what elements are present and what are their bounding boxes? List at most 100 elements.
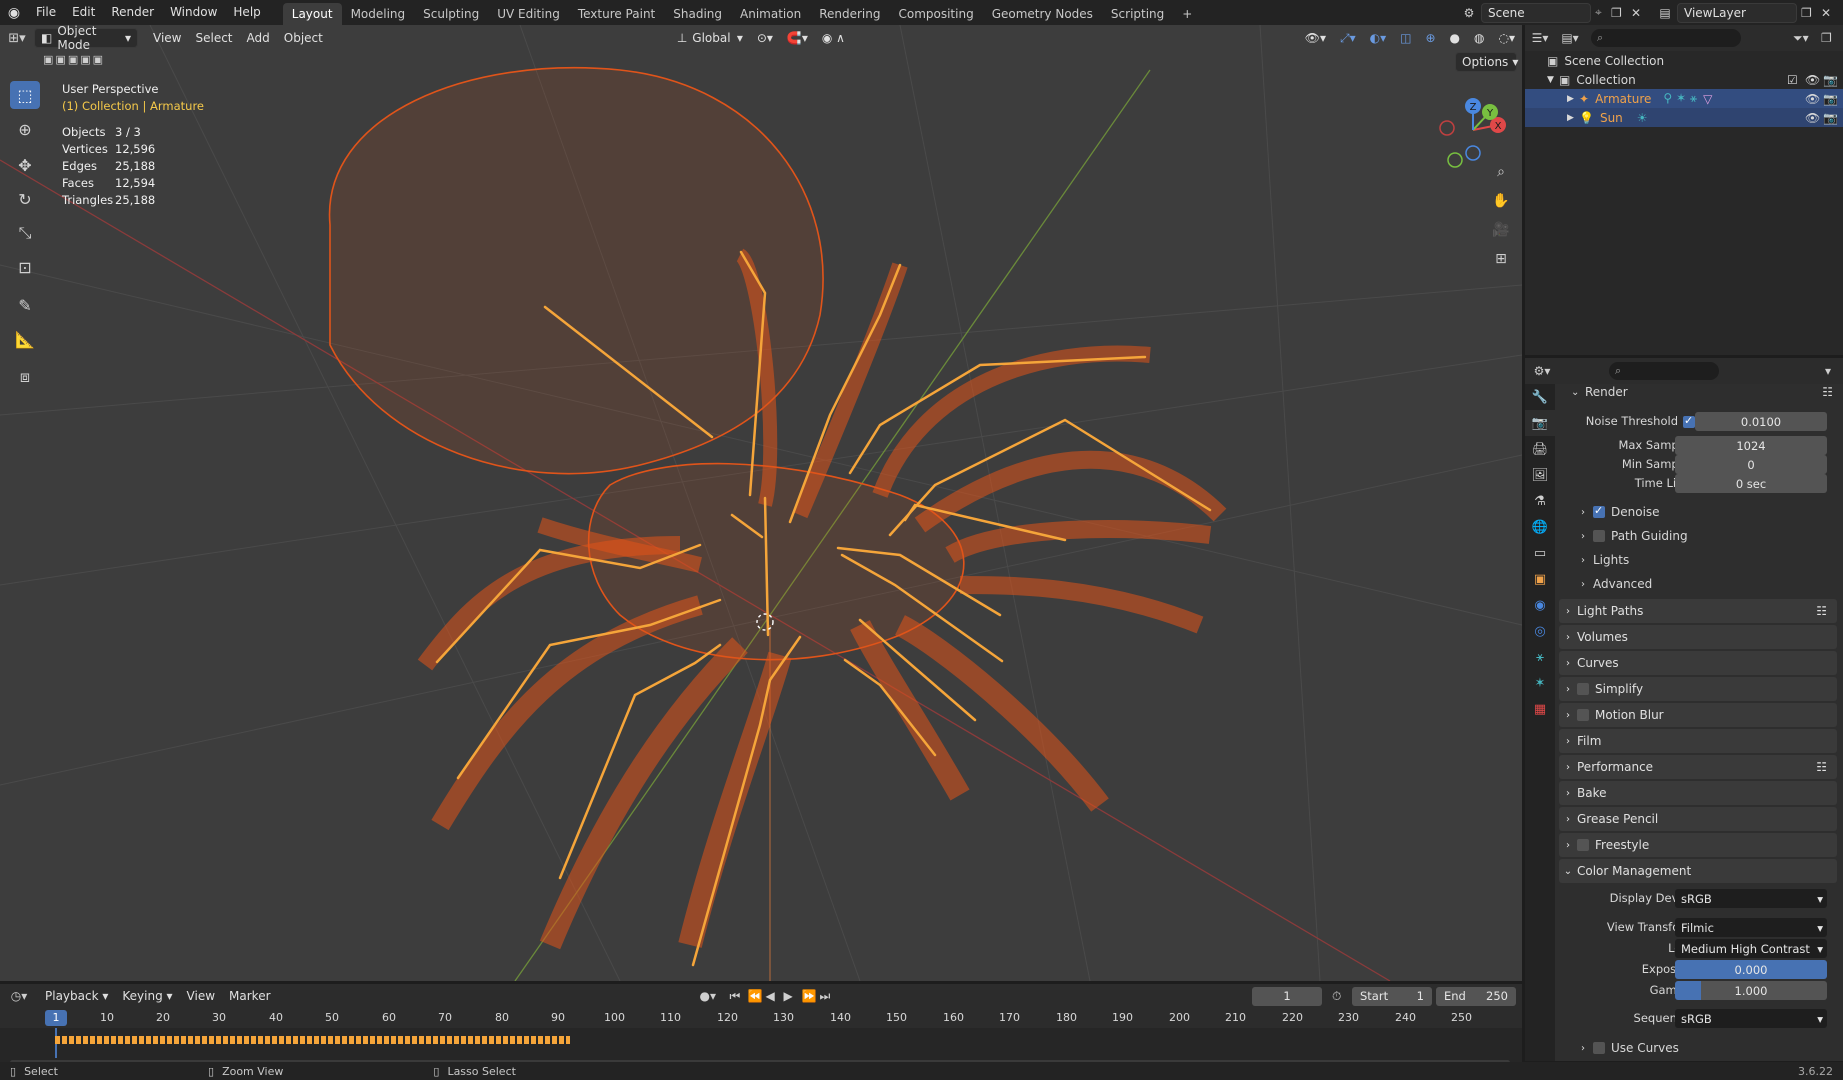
list-icon[interactable]: ☷ xyxy=(1822,385,1833,399)
select-subtract-icon[interactable]: ▣ xyxy=(68,53,78,66)
list-icon[interactable]: ☷ xyxy=(1816,760,1827,774)
tab-animation[interactable]: Animation xyxy=(731,3,810,25)
current-frame-field[interactable]: 1 xyxy=(1252,986,1322,1006)
scene-tab-icon[interactable]: ⚗ xyxy=(1525,488,1555,514)
denoise-subpanel[interactable]: › Denoise xyxy=(1561,502,1843,522)
simplify-checkbox[interactable] xyxy=(1577,683,1589,695)
play-icon[interactable]: ▶ xyxy=(784,989,802,1003)
blender-logo-icon[interactable]: ◉ xyxy=(0,5,28,21)
pivot-icon[interactable]: ⊙▾ xyxy=(750,28,780,48)
panel-bake[interactable]: › Bake xyxy=(1559,781,1837,805)
add-workspace-button[interactable]: + xyxy=(1173,3,1201,25)
select-intersect-icon[interactable]: ▣ xyxy=(93,53,103,66)
select-box-tool[interactable]: ⬚ xyxy=(10,81,40,109)
camera-icon[interactable]: 📷 xyxy=(1823,92,1843,106)
timeline[interactable]: ◷▾ Playback ▾ Keying ▾ View Marker ●▾ ⏮ … xyxy=(0,984,1522,1070)
motion-blur-checkbox[interactable] xyxy=(1577,709,1589,721)
tool-tab-icon[interactable]: 🔧 xyxy=(1525,384,1555,410)
constraint-tab-icon[interactable]: ⚹ xyxy=(1525,644,1555,670)
transform-tool[interactable]: ⊡ xyxy=(10,253,40,281)
outliner-editor-icon[interactable]: ☰▾ xyxy=(1525,31,1555,45)
panel-color-management[interactable]: ⌄ Color Management xyxy=(1559,859,1837,883)
spider-mesh-wireframe[interactable] xyxy=(328,66,1227,950)
checkbox-icon[interactable]: ☑ xyxy=(1787,73,1805,87)
armature-data-tab-icon[interactable]: ✶ xyxy=(1525,670,1555,696)
start-frame-field[interactable]: Start 1 xyxy=(1352,986,1432,1006)
display-mode-icon[interactable]: ▤▾ xyxy=(1555,31,1585,45)
proportional-edit-icon[interactable]: ◉ ∧ xyxy=(815,28,852,48)
rotate-tool[interactable]: ↻ xyxy=(10,185,40,213)
jump-keyframe-back-icon[interactable]: ⏪ xyxy=(748,989,766,1003)
eye-icon[interactable]: 👁 xyxy=(1805,92,1823,106)
timeline-menu-keying[interactable]: Keying ▾ xyxy=(115,986,179,1006)
filter-icon[interactable]: ⏷▾ xyxy=(1793,31,1821,46)
transform-orientation-selector[interactable]: ⊥ Global ▾ xyxy=(670,28,750,48)
panel-curves[interactable]: › Curves xyxy=(1559,651,1837,675)
list-icon[interactable]: ☷ xyxy=(1816,604,1827,618)
use-curves-subpanel[interactable]: › Use Curves xyxy=(1561,1038,1843,1058)
outliner[interactable]: ☰▾ ▤▾ ⌕ ⏷▾ ❐ ▣ Scene Collection ▼ ▣ Coll… xyxy=(1525,25,1843,355)
eye-icon[interactable]: 👁 xyxy=(1805,111,1823,125)
shading-material-icon[interactable]: ◍ xyxy=(1467,28,1491,48)
menu-window[interactable]: Window xyxy=(162,0,225,25)
collection-tab-icon[interactable]: ▭ xyxy=(1525,540,1555,566)
measure-tool[interactable]: 📐 xyxy=(10,325,40,353)
menu-render[interactable]: Render xyxy=(103,0,162,25)
shading-rendered-icon[interactable]: ◌▾ xyxy=(1492,28,1523,48)
grid-perspective-icon[interactable]: ⊞ xyxy=(1488,246,1514,272)
menu-edit[interactable]: Edit xyxy=(64,0,103,25)
gizmo-icon[interactable]: ⤢▾ xyxy=(1333,28,1363,48)
add-cube-tool[interactable]: ⧈ xyxy=(10,363,40,391)
outliner-row-sun[interactable]: ▶ 💡 Sun ☀ 👁 📷 xyxy=(1525,108,1843,127)
properties-search-input[interactable]: ⌕ xyxy=(1609,362,1719,380)
timeline-menu-playback[interactable]: Playback ▾ xyxy=(38,986,115,1006)
select-invert-icon[interactable]: ▣ xyxy=(80,53,90,66)
display-device-select[interactable]: sRGB ▾ xyxy=(1675,889,1827,908)
render-section-header[interactable]: ⌄ Render ☷ xyxy=(1561,382,1843,402)
view-transform-select[interactable]: Filmic ▾ xyxy=(1675,918,1827,937)
snap-icon[interactable]: 🧲▾ xyxy=(780,28,815,48)
tab-layout[interactable]: Layout xyxy=(282,3,342,25)
new-collection-icon[interactable]: ❐ xyxy=(1821,31,1843,45)
annotate-tool[interactable]: ✎ xyxy=(10,291,40,319)
new-scene-icon[interactable]: ❐ xyxy=(1611,6,1631,20)
tab-shading[interactable]: Shading xyxy=(664,3,731,25)
editor-type-icon[interactable]: ⊞▾ xyxy=(0,31,34,46)
options-button[interactable]: Options ▾ xyxy=(1455,52,1518,72)
timeline-menu-marker[interactable]: Marker xyxy=(222,986,277,1006)
object-tab-icon[interactable]: ▣ xyxy=(1525,566,1555,592)
disclosure-icon[interactable]: ▶ xyxy=(1567,94,1579,104)
panel-motion-blur[interactable]: › Motion Blur xyxy=(1559,703,1837,727)
tab-geometry-nodes[interactable]: Geometry Nodes xyxy=(983,3,1102,25)
look-select[interactable]: Medium High Contrast ▾ xyxy=(1675,939,1827,958)
tab-compositing[interactable]: Compositing xyxy=(889,3,982,25)
close-scene-icon[interactable]: ✕ xyxy=(1631,6,1653,20)
jump-end-icon[interactable]: ⏭ xyxy=(820,989,838,1004)
camera-icon[interactable]: 📷 xyxy=(1823,111,1843,125)
camera-icon[interactable]: 🎥 xyxy=(1488,217,1514,243)
outliner-row-collection[interactable]: ▼ ▣ Collection ☑ 👁 📷 xyxy=(1525,70,1843,89)
pin-icon[interactable]: ⌖ xyxy=(1595,5,1611,20)
noise-threshold-field[interactable]: 0.0100 xyxy=(1695,412,1827,431)
tab-scripting[interactable]: Scripting xyxy=(1102,3,1173,25)
eye-icon[interactable]: 👁 xyxy=(1805,73,1823,87)
outliner-row-armature[interactable]: ▶ ✦ Armature ⚲ ✶ ⚹ ▽ 👁 📷 xyxy=(1525,89,1843,108)
view-layer-selector[interactable]: ViewLayer xyxy=(1677,2,1797,23)
keyframe-strip[interactable] xyxy=(55,1036,570,1044)
playhead[interactable]: 1 xyxy=(45,1010,67,1026)
render-tab-icon[interactable]: 📷 xyxy=(1525,410,1555,436)
scene-selector[interactable]: Scene xyxy=(1481,2,1591,23)
view-layer-icon[interactable]: ▤ xyxy=(1653,6,1677,20)
disclosure-icon[interactable]: ▶ xyxy=(1567,113,1579,123)
mode-selector[interactable]: ◧ Object Mode ▾ xyxy=(34,25,138,52)
camera-icon[interactable]: 📷 xyxy=(1823,73,1843,87)
frame-ruler[interactable]: 1 10 20 30 40 50 60 70 80 90 100 110 120… xyxy=(0,1008,1522,1028)
exposure-slider[interactable]: 0.000 xyxy=(1675,960,1827,979)
close-view-layer-icon[interactable]: ✕ xyxy=(1821,6,1843,20)
pose-icon[interactable]: ⚲ ✶ ⚹ xyxy=(1663,91,1697,106)
view-layer-tab-icon[interactable]: 🖼 xyxy=(1525,462,1555,488)
path-guiding-checkbox[interactable] xyxy=(1593,530,1605,542)
properties-editor[interactable]: ⚙▾ ⌕ ▾ 🔧 📷 🖨 🖼 ⚗ 🌐 ▭ ▣ ◉ ◎ ⚹ ✶ ▦ ⌄ Rende… xyxy=(1525,358,1843,1061)
viewport-menu-add[interactable]: Add xyxy=(240,28,277,48)
max-samples-field[interactable]: 1024 xyxy=(1675,436,1827,455)
